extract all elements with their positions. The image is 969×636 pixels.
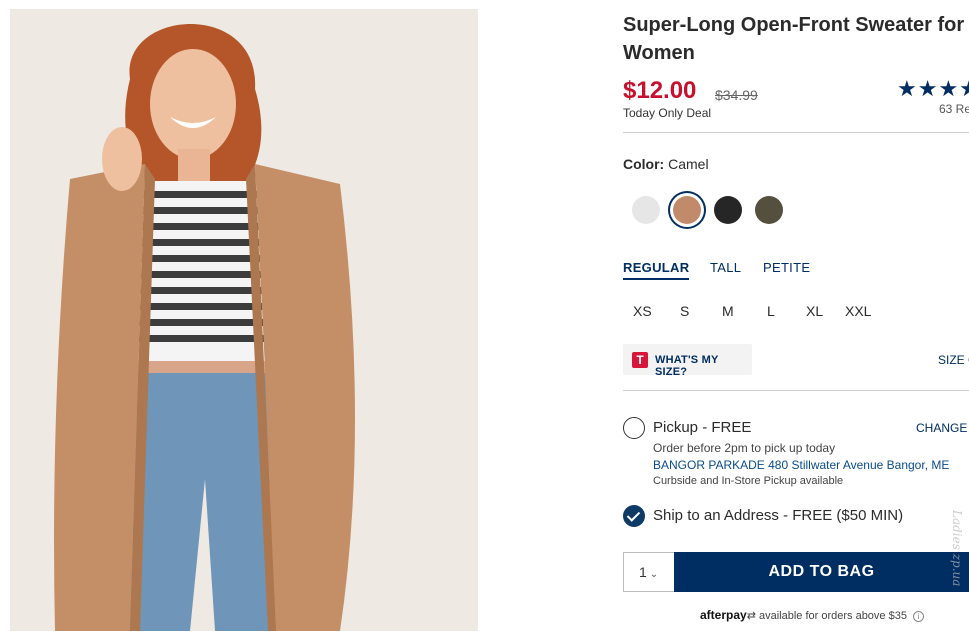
product-details-panel: Super-Long Open-Front Sweater for Women … [623, 0, 969, 636]
whats-my-size-button[interactable]: T WHAT'S MY SIZE? [623, 344, 752, 378]
sale-price: $12.00 [623, 77, 697, 104]
curbside-note: Curbside and In-Store Pickup available [653, 475, 844, 487]
swatch-camel[interactable] [673, 196, 701, 224]
color-label-prefix: Color: [623, 156, 665, 172]
divider [623, 132, 969, 133]
size-m[interactable]: M [722, 303, 734, 319]
deal-label: Today Only Deal [623, 106, 712, 120]
change-store-link[interactable]: CHANGE S [916, 421, 969, 435]
swatch-olive[interactable] [755, 196, 783, 224]
fit-tab-regular[interactable]: REGULAR [623, 260, 690, 280]
quantity-value: 1 [639, 564, 647, 580]
ship-label[interactable]: Ship to an Address - FREE ($50 MIN) [653, 507, 903, 524]
size-xl[interactable]: XL [806, 303, 823, 319]
selected-color-name: Camel [668, 156, 709, 172]
afterpay-arrows-icon: ⇄ [746, 610, 756, 622]
model-illustration [10, 9, 478, 631]
size-xs[interactable]: XS [633, 303, 652, 319]
reviews-link[interactable]: 63 Re [939, 102, 969, 116]
divider [623, 390, 969, 391]
chevron-down-icon: ⌄ [649, 569, 659, 580]
product-title: Super-Long Open-Front Sweater for Women [623, 14, 965, 64]
watermark: Ladies zp.ua [950, 510, 964, 587]
product-image[interactable] [10, 9, 478, 631]
pickup-radio[interactable] [623, 417, 645, 439]
size-chart-link[interactable]: SIZE C [938, 353, 969, 367]
size-s[interactable]: S [680, 303, 689, 319]
color-label: Color: Camel [623, 156, 709, 172]
quantity-select[interactable]: 1 ⌄ [623, 552, 674, 592]
pickup-label[interactable]: Pickup - FREE [653, 419, 751, 436]
size-xxl[interactable]: XXL [845, 303, 871, 319]
afterpay-logo: afterpay [700, 608, 747, 622]
true-fit-logo-icon: T [632, 352, 648, 368]
size-l[interactable]: L [767, 303, 775, 319]
swatch-light-gray[interactable] [632, 196, 660, 224]
original-price: $34.99 [715, 87, 758, 103]
swatch-black[interactable] [714, 196, 742, 224]
fit-tab-petite[interactable]: PETITE [763, 260, 810, 275]
afterpay-note: afterpay⇄ available for orders above $35… [700, 608, 925, 622]
afterpay-text: available for orders above $35 [758, 610, 907, 622]
whats-my-size-label: WHAT'S MY SIZE? [655, 354, 719, 378]
add-to-bag-button[interactable]: ADD TO BAG [674, 552, 969, 592]
fit-tab-tall[interactable]: TALL [710, 260, 741, 275]
rating-stars[interactable]: ★★★★ [897, 76, 969, 102]
ship-radio-checked[interactable] [623, 505, 645, 527]
pickup-note: Order before 2pm to pick up today [653, 441, 836, 455]
store-address-link[interactable]: BANGOR PARKADE 480 Stillwater Avenue Ban… [653, 458, 949, 472]
info-icon[interactable]: i [913, 610, 925, 622]
